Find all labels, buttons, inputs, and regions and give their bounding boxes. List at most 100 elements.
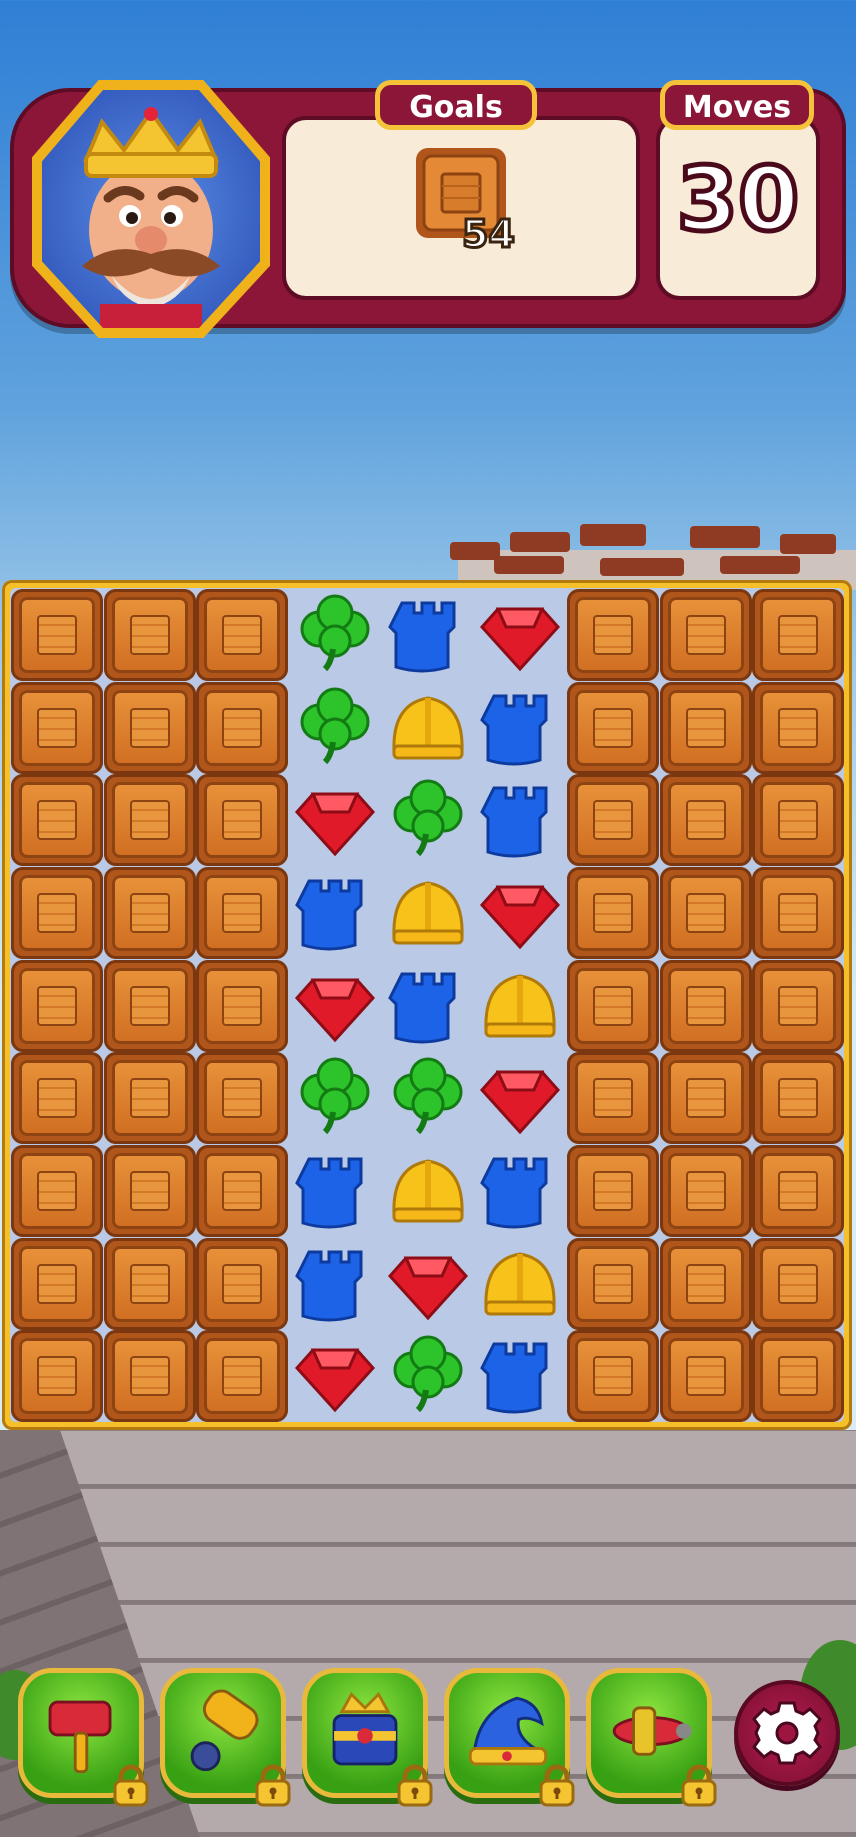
crate-tile[interactable] <box>196 774 289 867</box>
cannon-booster[interactable] <box>160 1668 291 1807</box>
crate-tile[interactable] <box>11 1052 103 1145</box>
avatar[interactable] <box>32 80 270 338</box>
helmet-piece[interactable] <box>474 1238 566 1330</box>
clover-piece[interactable] <box>382 1330 474 1422</box>
gem-piece[interactable] <box>474 867 566 959</box>
crate-tile[interactable] <box>752 1237 845 1330</box>
crate-tile[interactable] <box>11 959 103 1052</box>
tower-piece[interactable] <box>289 1145 381 1237</box>
crate-tile[interactable] <box>103 1237 196 1330</box>
crate-tile[interactable] <box>752 867 845 959</box>
crate-tile[interactable] <box>196 1330 289 1423</box>
crate-tile[interactable] <box>567 959 659 1052</box>
tower-piece[interactable] <box>474 1330 566 1422</box>
crate-tile[interactable] <box>196 1237 289 1330</box>
crate-tile[interactable] <box>752 959 845 1052</box>
plane-booster[interactable] <box>586 1668 717 1807</box>
crate-tile[interactable] <box>103 959 196 1052</box>
crate-tile[interactable] <box>659 959 752 1052</box>
crate-tile[interactable] <box>196 959 289 1052</box>
tower-piece[interactable] <box>474 774 566 866</box>
crate-tile[interactable] <box>103 589 196 681</box>
crate-tile[interactable] <box>103 867 196 959</box>
tower-piece[interactable] <box>382 960 474 1052</box>
clover-piece[interactable] <box>382 1052 474 1144</box>
crate-tile[interactable] <box>11 867 103 959</box>
lock-icon <box>251 1763 295 1807</box>
clover-piece[interactable] <box>382 774 474 866</box>
lock-icon <box>535 1763 579 1807</box>
king-avatar-icon <box>42 90 260 328</box>
crate-tile[interactable] <box>659 1330 752 1423</box>
crate-tile[interactable] <box>567 1052 659 1145</box>
crate-tile[interactable] <box>752 1052 845 1145</box>
crate-tile[interactable] <box>11 681 103 774</box>
crate-tile[interactable] <box>659 1145 752 1237</box>
crate-tile[interactable] <box>659 1052 752 1145</box>
tower-icon <box>480 694 548 766</box>
clover-piece[interactable] <box>289 589 381 681</box>
crate-tile[interactable] <box>752 681 845 774</box>
helmet-piece[interactable] <box>382 682 474 774</box>
clover-icon <box>300 594 370 672</box>
crate-tile[interactable] <box>659 681 752 774</box>
royal-booster[interactable] <box>302 1668 433 1807</box>
crate-tile[interactable] <box>567 589 659 681</box>
crate-tile[interactable] <box>11 1145 103 1237</box>
jester-hat-booster[interactable] <box>444 1668 575 1807</box>
crate-tile[interactable] <box>196 867 289 959</box>
crate-tile[interactable] <box>11 1330 103 1423</box>
gem-piece[interactable] <box>474 1052 566 1144</box>
clover-piece[interactable] <box>289 682 381 774</box>
helmet-piece[interactable] <box>382 1145 474 1237</box>
tower-piece[interactable] <box>382 589 474 681</box>
crate-tile[interactable] <box>567 1330 659 1423</box>
crate-tile[interactable] <box>103 1145 196 1237</box>
crate-tile[interactable] <box>196 681 289 774</box>
tower-piece[interactable] <box>289 1238 381 1330</box>
helmet-piece[interactable] <box>382 867 474 959</box>
tower-piece[interactable] <box>289 867 381 959</box>
crate-tile[interactable] <box>103 774 196 867</box>
tower-piece[interactable] <box>474 1145 566 1237</box>
crate-tile[interactable] <box>11 1237 103 1330</box>
crate-tile[interactable] <box>103 1052 196 1145</box>
crate-tile[interactable] <box>11 774 103 867</box>
crate-tile[interactable] <box>567 867 659 959</box>
gem-piece[interactable] <box>289 1330 381 1422</box>
crate-tile[interactable] <box>196 1145 289 1237</box>
clover-piece[interactable] <box>289 1052 381 1144</box>
lock-icon <box>677 1763 721 1807</box>
crate-tile[interactable] <box>752 589 845 681</box>
crate-tile[interactable] <box>567 1237 659 1330</box>
crate-tile[interactable] <box>567 681 659 774</box>
crate-tile[interactable] <box>103 681 196 774</box>
crate-tile[interactable] <box>11 589 103 681</box>
crate-tile[interactable] <box>196 589 289 681</box>
crate-tile[interactable] <box>752 1330 845 1423</box>
hammer-booster[interactable] <box>18 1668 149 1807</box>
gem-piece[interactable] <box>382 1238 474 1330</box>
gem-piece[interactable] <box>289 774 381 866</box>
crate-tile[interactable] <box>567 774 659 867</box>
crate-tile[interactable] <box>567 1145 659 1237</box>
tower-piece[interactable] <box>474 682 566 774</box>
gear-icon <box>752 1701 822 1765</box>
crate-tile[interactable] <box>752 774 845 867</box>
crate-tile[interactable] <box>659 589 752 681</box>
crate-tile[interactable] <box>659 867 752 959</box>
lock-icon <box>393 1763 437 1807</box>
helmet-piece[interactable] <box>474 960 566 1052</box>
game-board <box>2 580 852 1430</box>
crate-tile[interactable] <box>196 1052 289 1145</box>
crate-tile[interactable] <box>752 1145 845 1237</box>
crate-tile[interactable] <box>659 1237 752 1330</box>
settings-button[interactable] <box>734 1680 840 1786</box>
gem-piece[interactable] <box>474 589 566 681</box>
crate-tile[interactable] <box>659 774 752 867</box>
tower-icon <box>295 1157 363 1229</box>
crate-tile[interactable] <box>103 1330 196 1423</box>
gem-piece[interactable] <box>289 960 381 1052</box>
clover-icon <box>393 779 463 857</box>
tower-icon <box>480 1342 548 1414</box>
